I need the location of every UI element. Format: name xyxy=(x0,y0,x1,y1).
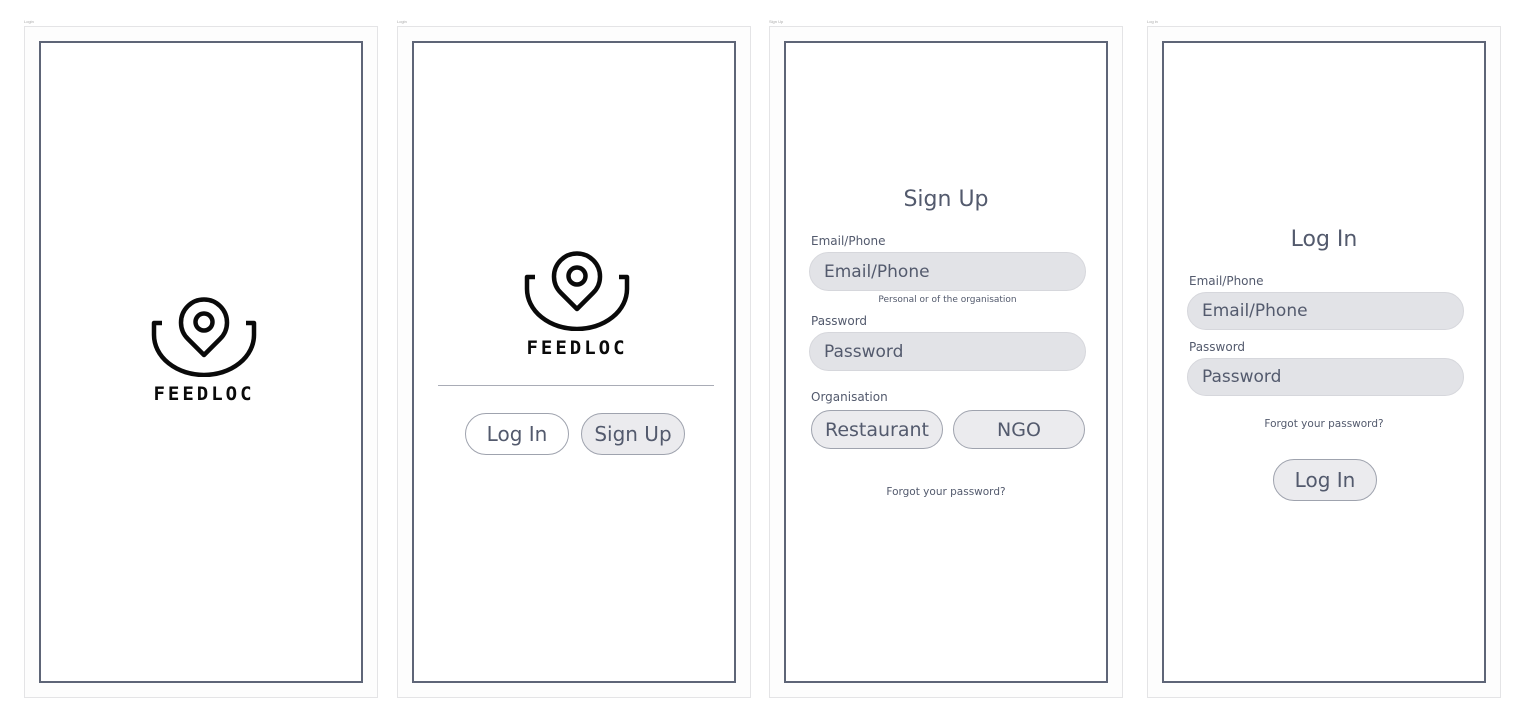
phone-frame-splash: FEEDLOC xyxy=(39,41,363,683)
forgot-password-link[interactable]: Forgot your password? xyxy=(786,486,1106,498)
map-pin-bowl-icon xyxy=(151,297,257,377)
brand-wordmark: FEEDLOC xyxy=(526,337,628,359)
organisation-option-restaurant[interactable]: Restaurant xyxy=(811,410,943,449)
password-field[interactable]: Password xyxy=(809,332,1086,371)
password-label: Password xyxy=(1189,340,1246,354)
password-field[interactable]: Password xyxy=(1187,358,1464,396)
artboard-label-splash: Login xyxy=(24,19,34,24)
divider xyxy=(438,385,714,386)
phone-frame-welcome: FEEDLOC Log In Sign Up xyxy=(412,41,736,683)
login-button[interactable]: Log In xyxy=(465,413,569,455)
artboard-signup: Sign Up Email/Phone Email/Phone Personal… xyxy=(769,26,1123,698)
artboard-login: Log In Email/Phone Email/Phone Password … xyxy=(1147,26,1501,698)
organisation-label: Organisation xyxy=(811,390,888,404)
forgot-password-link[interactable]: Forgot your password? xyxy=(1164,418,1484,430)
artboard-welcome: FEEDLOC Log In Sign Up xyxy=(397,26,751,698)
artboard-splash: FEEDLOC xyxy=(24,26,378,698)
artboard-label-login: Log in xyxy=(1147,19,1158,24)
brand-logo: FEEDLOC xyxy=(148,297,260,405)
artboard-label-welcome: Login xyxy=(397,19,407,24)
password-label: Password xyxy=(811,314,868,328)
brand-logo: FEEDLOC xyxy=(521,251,633,359)
email-field[interactable]: Email/Phone xyxy=(1187,292,1464,330)
signup-button[interactable]: Sign Up xyxy=(581,413,685,455)
phone-frame-signup: Sign Up Email/Phone Email/Phone Personal… xyxy=(784,41,1108,683)
organisation-option-ngo[interactable]: NGO xyxy=(953,410,1085,449)
map-pin-bowl-icon xyxy=(524,251,630,331)
phone-frame-login: Log In Email/Phone Email/Phone Password … xyxy=(1162,41,1486,683)
email-field[interactable]: Email/Phone xyxy=(809,252,1086,291)
page-title: Log In xyxy=(1290,227,1358,252)
email-hint: Personal or of the organisation xyxy=(878,295,1017,305)
brand-wordmark: FEEDLOC xyxy=(153,383,255,405)
email-label: Email/Phone xyxy=(811,234,886,248)
login-submit-button[interactable]: Log In xyxy=(1273,459,1377,501)
page-title: Sign Up xyxy=(903,187,989,212)
artboard-label-signup: Sign Up xyxy=(769,19,784,24)
email-label: Email/Phone xyxy=(1189,274,1264,288)
